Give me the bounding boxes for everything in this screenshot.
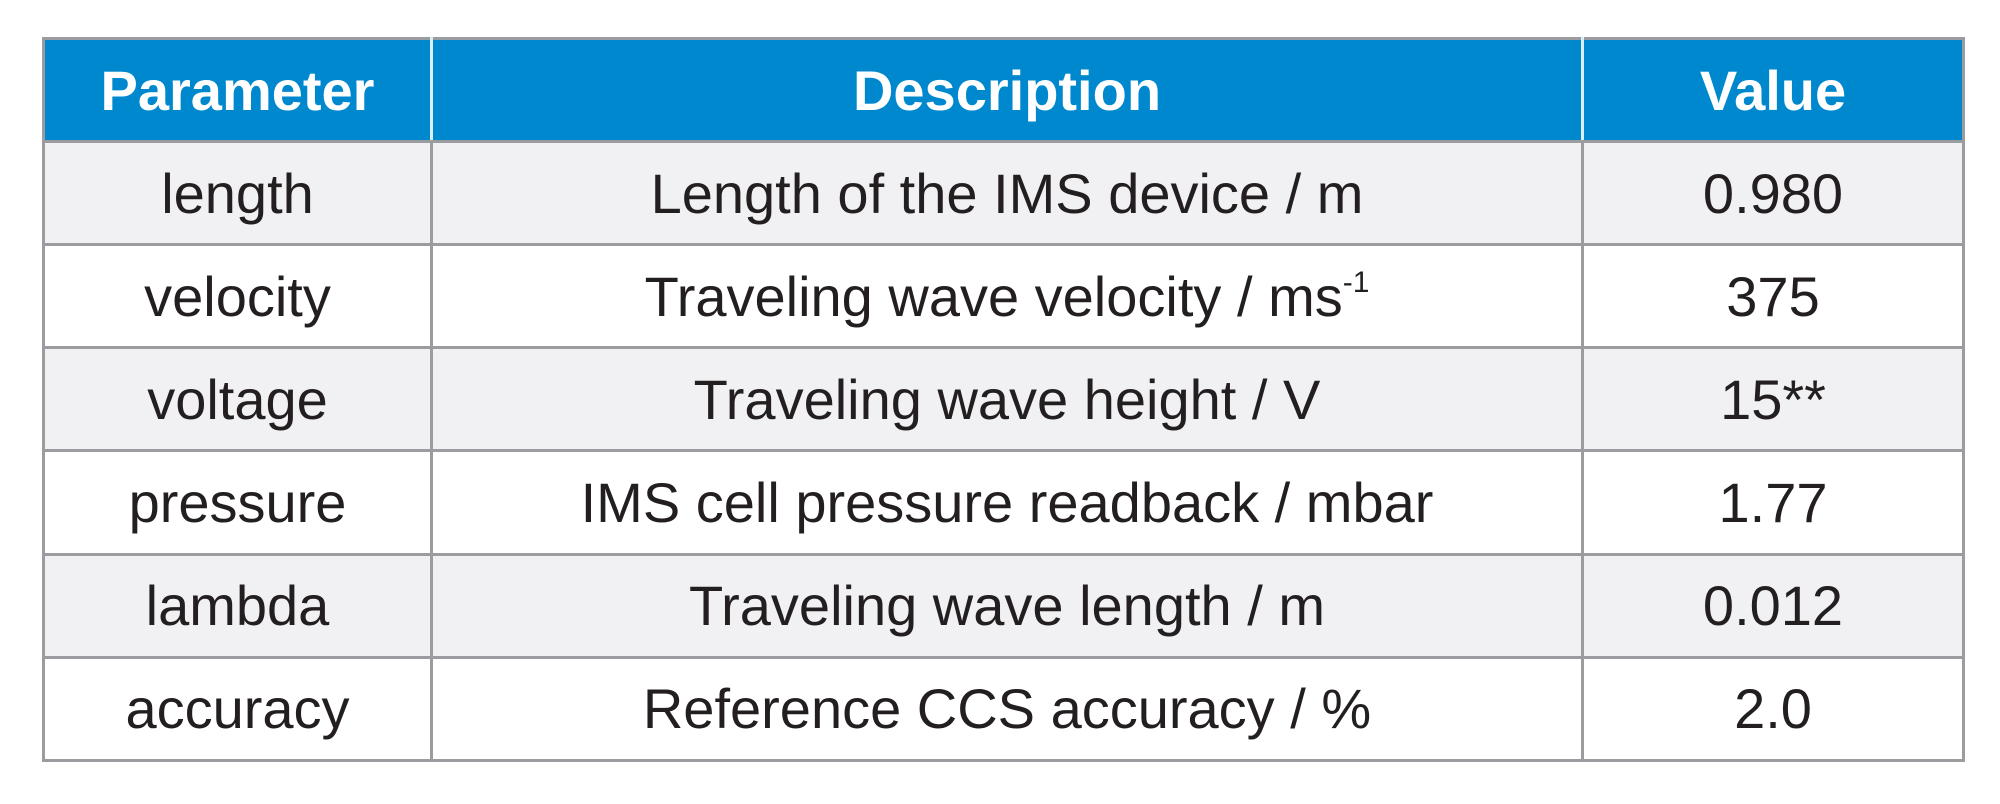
description-text: IMS cell pressure readback / mbar (580, 471, 1434, 535)
cell-value: 2.0 (1581, 655, 1965, 763)
table-row: accuracy Reference CCS accuracy / % 2.0 (42, 655, 1965, 763)
table-row: lambda Traveling wave length / m 0.012 (42, 552, 1965, 659)
cell-value: 0.012 (1581, 552, 1965, 659)
cell-parameter: accuracy (42, 655, 433, 763)
cell-value: 15** (1581, 346, 1965, 453)
cell-value: 0.980 (1581, 139, 1965, 247)
cell-description: Reference CCS accuracy / % (430, 655, 1584, 763)
description-text: Reference CCS accuracy / % (642, 677, 1372, 741)
cell-value: 1.77 (1581, 449, 1965, 556)
header-parameter: Parameter (43, 38, 432, 143)
header-row: Parameter Description Value (43, 38, 1964, 143)
description-text: Traveling wave velocity / ms (644, 264, 1343, 328)
description-text: Traveling wave height / V (693, 367, 1321, 431)
table-row: length Length of the IMS device / m 0.98… (42, 139, 1965, 247)
description-superscript: -1 (1342, 265, 1370, 299)
header-value: Value (1581, 38, 1964, 143)
cell-description: IMS cell pressure readback / mbar (430, 449, 1584, 556)
cell-parameter: pressure (42, 449, 433, 556)
table-row: pressure IMS cell pressure readback / mb… (42, 449, 1965, 556)
cell-description: Traveling wave velocity / ms-1 (430, 243, 1584, 350)
cell-description: Traveling wave height / V (430, 346, 1584, 453)
header-description: Description (430, 38, 1583, 143)
cell-value: 375 (1581, 243, 1965, 350)
cell-description: Length of the IMS device / m (430, 139, 1584, 247)
cell-description: Traveling wave length / m (430, 552, 1584, 659)
description-text: Traveling wave length / m (689, 574, 1325, 638)
cell-parameter: lambda (42, 552, 433, 659)
cell-parameter: velocity (42, 243, 433, 350)
cell-parameter: length (42, 139, 433, 247)
table-row: velocity Traveling wave velocity / ms-1 … (42, 243, 1965, 350)
table-row: voltage Traveling wave height / V 15** (42, 346, 1965, 453)
description-text: Length of the IMS device / m (650, 161, 1364, 225)
parameters-table: Parameter Description Value length Lengt… (42, 37, 1965, 763)
cell-parameter: voltage (42, 346, 433, 453)
